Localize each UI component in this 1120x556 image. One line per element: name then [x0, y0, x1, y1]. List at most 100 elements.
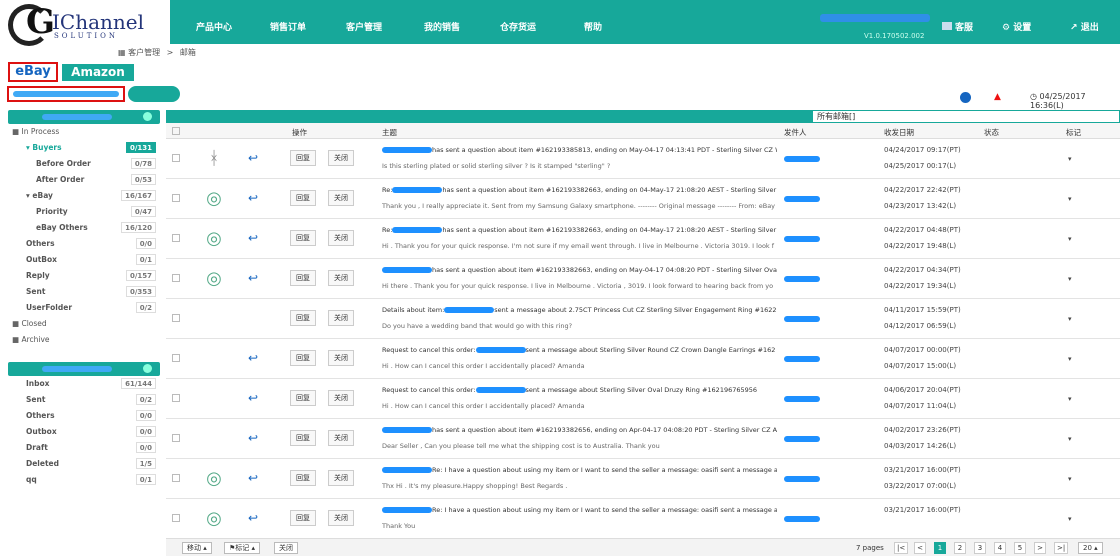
reply-arrow-icon[interactable]: ↩ — [248, 151, 258, 165]
mark-button[interactable]: ⚑标记 ▴ — [224, 542, 261, 554]
close-button[interactable]: 关闭 — [274, 542, 298, 554]
reply-arrow-icon[interactable]: ↩ — [248, 271, 258, 285]
account-selector[interactable] — [7, 86, 125, 102]
close-button[interactable]: 关闭 — [328, 190, 354, 206]
mark-dropdown[interactable]: ▾ — [1068, 235, 1072, 243]
nav-warehouse-shipping[interactable]: 仓存货运 — [500, 20, 536, 33]
sidebar-item[interactable]: ■ Closed — [8, 316, 160, 332]
account-tab-2[interactable] — [128, 86, 180, 102]
sidebar-mail-header[interactable] — [8, 362, 160, 376]
nav-help[interactable]: 帮助 — [584, 20, 602, 33]
subject[interactable]: Request to cancel this order: sent a mess… — [382, 346, 777, 354]
sidebar-account-header[interactable] — [8, 110, 160, 124]
tab-amazon[interactable]: Amazon — [62, 64, 134, 81]
sidebar-item[interactable]: Draft 0/0 — [8, 440, 160, 456]
page-button[interactable]: >| — [1054, 542, 1069, 554]
sidebar-item[interactable]: Inbox 61/144 — [8, 376, 160, 392]
row-checkbox[interactable] — [172, 314, 180, 322]
sidebar-item[interactable]: eBay Others 16/120 — [8, 220, 160, 236]
nav-my-sales[interactable]: 我的销售 — [424, 20, 460, 33]
close-button[interactable]: 关闭 — [328, 430, 354, 446]
reply-button[interactable]: 回复 — [290, 270, 316, 286]
sidebar-item[interactable]: Others 0/0 — [8, 236, 160, 252]
subject[interactable]: has sent a question about item #16219338… — [382, 146, 777, 154]
sidebar-item[interactable]: UserFolder 0/2 — [8, 300, 160, 316]
row-checkbox[interactable] — [172, 514, 180, 522]
table-row[interactable]: ◎ ↩ 回复 关闭 Re: I have a question about using … — [166, 499, 1120, 539]
reply-arrow-icon[interactable]: ↩ — [248, 511, 258, 525]
page-size-select[interactable]: 20 ▴ — [1078, 542, 1103, 554]
reply-button[interactable]: 回复 — [290, 350, 316, 366]
refresh-icon[interactable] — [960, 92, 971, 106]
mark-dropdown[interactable]: ▾ — [1068, 395, 1072, 403]
reply-arrow-icon[interactable]: ↩ — [248, 471, 258, 485]
settings-icon[interactable] — [143, 112, 152, 121]
reply-button[interactable]: 回复 — [290, 510, 316, 526]
mark-dropdown[interactable]: ▾ — [1068, 515, 1072, 523]
reply-button[interactable]: 回复 — [290, 150, 316, 166]
close-button[interactable]: 关闭 — [328, 230, 354, 246]
reply-button[interactable]: 回复 — [290, 390, 316, 406]
reply-button[interactable]: 回复 — [290, 310, 316, 326]
page-button[interactable]: 5 — [1014, 542, 1026, 554]
close-button[interactable]: 关闭 — [328, 310, 354, 326]
close-button[interactable]: 关闭 — [328, 470, 354, 486]
table-row[interactable]: ◎ ↩ 回复 关闭 Re: I have a question about using … — [166, 459, 1120, 499]
sidebar-item[interactable]: Deleted 1/5 — [8, 456, 160, 472]
bell-icon[interactable]: ▲ — [994, 92, 1001, 102]
reply-arrow-icon[interactable]: ↩ — [248, 231, 258, 245]
mailbox-filter[interactable]: 所有邮箱[] — [812, 110, 1120, 123]
nav-product-center[interactable]: 产品中心 — [196, 20, 232, 33]
page-button[interactable]: 1 — [934, 542, 946, 554]
mark-dropdown[interactable]: ▾ — [1068, 355, 1072, 363]
table-row[interactable]: ᚼ ↩ 回复 关闭 has sent a question about item #16… — [166, 139, 1120, 179]
sidebar-item[interactable]: Priority 0/47 — [8, 204, 160, 220]
sidebar-item[interactable]: ▾ eBay 16/167 — [8, 188, 160, 204]
sidebar-item[interactable]: OutBox 0/1 — [8, 252, 160, 268]
close-button[interactable]: 关闭 — [328, 350, 354, 366]
sidebar-item[interactable]: Outbox 0/0 — [8, 424, 160, 440]
reply-arrow-icon[interactable]: ↩ — [248, 191, 258, 205]
close-button[interactable]: 关闭 — [328, 270, 354, 286]
page-button[interactable]: < — [914, 542, 926, 554]
sidebar-item[interactable]: Before Order 0/78 — [8, 156, 160, 172]
sidebar-item[interactable]: Reply 0/157 — [8, 268, 160, 284]
sidebar-item[interactable]: ■ Archive — [8, 332, 160, 348]
ichannel-logo[interactable]: G IChannel SOLUTION — [8, 2, 144, 46]
nav-sales-orders[interactable]: 销售订单 — [270, 20, 306, 33]
mark-dropdown[interactable]: ▾ — [1068, 275, 1072, 283]
subject[interactable]: Request to cancel this order: sent a mess… — [382, 386, 777, 394]
table-row[interactable]: ◎ ↩ 回复 关闭 Re: has sent a question about item … — [166, 179, 1120, 219]
select-all-checkbox[interactable] — [172, 127, 180, 135]
sidebar-item[interactable]: ▾ Buyers 0/131 — [8, 140, 160, 156]
mark-dropdown[interactable]: ▾ — [1068, 155, 1072, 163]
breadcrumb-customer-management[interactable]: 客户管理 — [128, 48, 160, 57]
subject[interactable]: Details about item: sent a message about … — [382, 306, 777, 314]
row-checkbox[interactable] — [172, 394, 180, 402]
page-button[interactable]: 4 — [994, 542, 1006, 554]
page-button[interactable]: 2 — [954, 542, 966, 554]
table-row[interactable]: ◎ ↩ 回复 关闭 Re: has sent a question about item … — [166, 219, 1120, 259]
row-checkbox[interactable] — [172, 234, 180, 242]
row-checkbox[interactable] — [172, 474, 180, 482]
row-checkbox[interactable] — [172, 274, 180, 282]
settings-icon[interactable] — [143, 364, 152, 373]
close-button[interactable]: 关闭 — [328, 150, 354, 166]
sidebar-item[interactable]: Others 0/0 — [8, 408, 160, 424]
subject[interactable]: Re: I have a question about using my ite… — [382, 466, 777, 474]
table-row[interactable]: 回复 关闭 Details about item: sent a message ab… — [166, 299, 1120, 339]
reply-button[interactable]: 回复 — [290, 230, 316, 246]
table-row[interactable]: ↩ 回复 关闭 Request to cancel this order: sent a… — [166, 379, 1120, 419]
subject[interactable]: Re: has sent a question about item #16219… — [382, 186, 777, 194]
tab-ebay[interactable]: eBay — [8, 62, 58, 82]
row-checkbox[interactable] — [172, 434, 180, 442]
mark-dropdown[interactable]: ▾ — [1068, 475, 1072, 483]
subject[interactable]: Re: has sent a question about item #16219… — [382, 226, 777, 234]
row-checkbox[interactable] — [172, 154, 180, 162]
sidebar-item[interactable]: qq 0/1 — [8, 472, 160, 488]
reply-button[interactable]: 回复 — [290, 430, 316, 446]
logout-button[interactable]: ↗ 退出 — [1070, 20, 1099, 33]
table-row[interactable]: ↩ 回复 关闭 Request to cancel this order: sent a… — [166, 339, 1120, 379]
row-checkbox[interactable] — [172, 194, 180, 202]
close-button[interactable]: 关闭 — [328, 390, 354, 406]
